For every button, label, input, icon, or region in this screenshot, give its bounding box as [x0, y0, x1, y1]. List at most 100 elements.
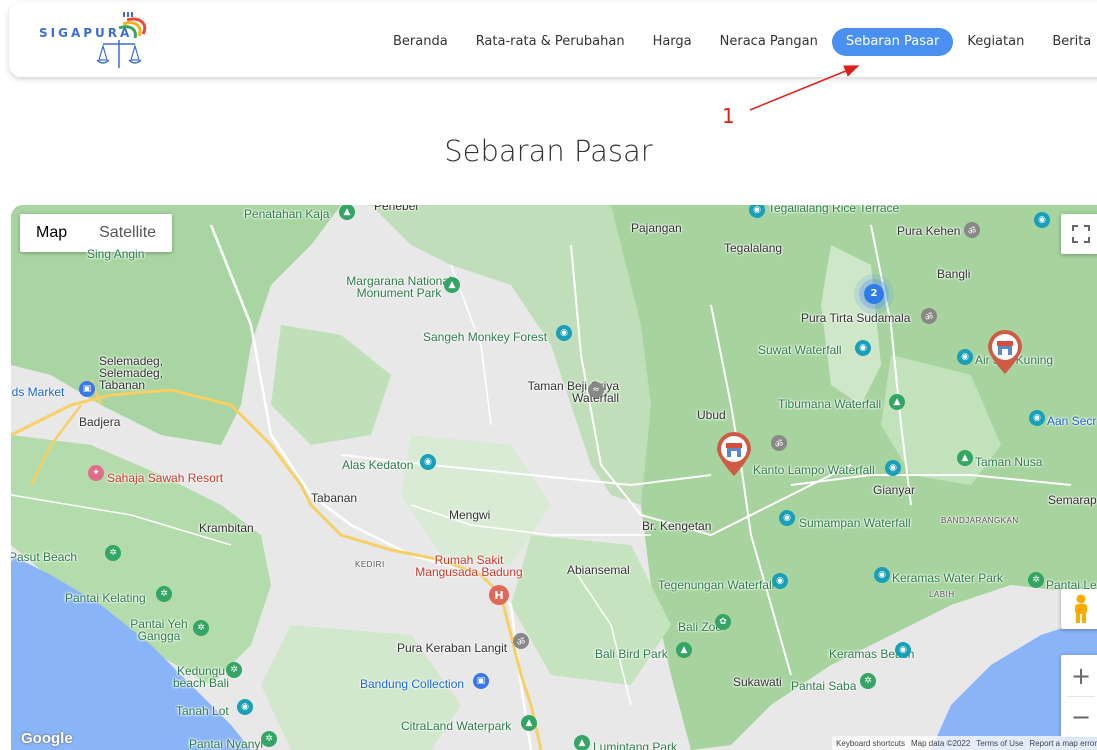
sigapura-logo[interactable]: SIGAPURA — [39, 10, 154, 70]
pegman-icon — [1075, 594, 1087, 623]
cluster-count: 2 — [870, 288, 878, 299]
place-label: Selemadeg, Selemadeg, Tabanan — [99, 354, 164, 392]
beach-icon: ✲ — [261, 731, 277, 747]
attraction-icon: ◉ — [957, 349, 973, 365]
zoom-out-button[interactable]: − — [1061, 697, 1097, 737]
place-label: Penatahan Kaja — [244, 207, 330, 221]
place-label: Mengwi — [449, 508, 491, 522]
place-label: Pura Keraban Langit — [397, 641, 508, 655]
temple-icon: ॐ — [513, 633, 529, 649]
attraction-icon: ◉ — [895, 642, 911, 658]
attraction-icon: ◉ — [237, 699, 253, 715]
keyboard-shortcuts-link[interactable]: Keyboard shortcuts — [836, 739, 905, 748]
place-label: Badjera — [79, 415, 121, 429]
place-label: BANDJARANGKAN — [941, 516, 1019, 525]
place-label: Rumah Sakit Mangusada Badung — [415, 553, 523, 579]
place-label: Suwat Waterfall — [758, 343, 842, 357]
beach-icon: ✲ — [1028, 572, 1044, 588]
place-label: Sumampan Waterfall — [799, 516, 911, 530]
nav-rata-rata[interactable]: Rata-rata & Perubahan — [462, 28, 639, 56]
place-label: Alas Kedaton — [342, 458, 414, 472]
beach-icon: ✲ — [226, 662, 242, 678]
place-label: Sukawati — [733, 675, 782, 689]
waterfall-icon: ≈ — [588, 382, 604, 398]
market-map[interactable]: Map Satellite + − Penatahan Kaja ▲ Peneb… — [11, 205, 1097, 750]
attraction-icon: ◉ — [855, 340, 871, 356]
place-label: Tegallalang Rice Terrace — [768, 205, 900, 215]
shopping-icon: ▣ — [473, 673, 489, 689]
place-label: Pantai Kelating — [65, 591, 146, 605]
place-label: Pantai Le — [1046, 578, 1097, 592]
cluster-marker[interactable]: 2 — [852, 272, 896, 316]
nav-kegiatan[interactable]: Kegiatan — [953, 28, 1038, 56]
market-pin-icon — [717, 432, 751, 476]
beach-icon: ✲ — [860, 673, 876, 689]
nav-berita[interactable]: Berita — [1038, 28, 1097, 56]
place-label: Pura Kehen — [897, 224, 961, 238]
market-pin-icon — [988, 330, 1022, 374]
terms-link[interactable]: Terms of Use — [976, 739, 1023, 748]
place-label: Abiansemal — [567, 563, 630, 577]
place-label: Pantai Saba — [791, 679, 857, 693]
place-label: Pantai Yeh Gangga — [130, 617, 188, 643]
place-label: Gianyar — [873, 483, 916, 497]
attraction-icon: ◉ — [874, 567, 890, 583]
street-view-pegman[interactable] — [1061, 589, 1097, 629]
temple-icon: ॐ — [771, 435, 787, 451]
fullscreen-button[interactable] — [1061, 214, 1097, 254]
place-label: Pantai Nyanyi — [189, 737, 264, 750]
logo-scale-icon — [96, 12, 147, 68]
place-label: Semarap — [1048, 493, 1097, 507]
place-label: Pajangan — [631, 221, 682, 235]
attraction-icon: ◉ — [1034, 212, 1050, 228]
attraction-icon: ◉ — [1029, 410, 1045, 426]
resort-icon: ✦ — [88, 465, 104, 481]
place-label: Tibumana Waterfall — [778, 397, 882, 411]
nav-beranda[interactable]: Beranda — [379, 28, 462, 56]
zoom-control: + − — [1061, 655, 1097, 737]
park-icon: ▲ — [957, 450, 973, 466]
beach-icon: ✲ — [156, 586, 172, 602]
attraction-icon: ◉ — [779, 510, 795, 526]
market-marker[interactable] — [714, 430, 754, 478]
place-label: Taman Nusa — [975, 455, 1043, 469]
market-marker[interactable] — [985, 328, 1025, 376]
nav-harga[interactable]: Harga — [639, 28, 706, 56]
shopping-icon: ▣ — [79, 381, 95, 397]
nav-sebaran-pasar[interactable]: Sebaran Pasar — [831, 28, 954, 56]
attraction-icon: ◉ — [420, 454, 436, 470]
logo-text: SIGAPURA — [39, 26, 133, 40]
place-label: CitraLand Waterpark — [401, 719, 512, 733]
park-icon: ▲ — [889, 394, 905, 410]
google-logo: Google — [21, 730, 73, 747]
map-data-text: Map data ©2022 — [911, 738, 971, 748]
map-attribution: Keyboard shortcuts Map data ©2022 Terms … — [832, 736, 1097, 750]
place-label: Sing Angin — [87, 247, 145, 261]
annotation-label-1: 1 — [722, 104, 735, 128]
place-label: Ubud — [697, 408, 726, 422]
place-label: ods Market — [11, 385, 65, 399]
nav-neraca-pangan[interactable]: Neraca Pangan — [706, 28, 832, 56]
zoom-in-button[interactable]: + — [1061, 656, 1097, 696]
place-label: Kanto Lampo Waterfall — [753, 463, 875, 477]
park-icon: ▲ — [574, 735, 590, 750]
place-label: Penebel — [374, 205, 419, 213]
place-label: LABIH — [929, 590, 955, 599]
place-label: Sangeh Monkey Forest — [423, 330, 548, 344]
main-nav: Beranda Rata-rata & Perubahan Harga Nera… — [379, 26, 1097, 58]
park-icon: ▲ — [676, 642, 692, 658]
place-label: Krambitan — [199, 521, 254, 535]
map-type-map-button[interactable]: Map — [20, 214, 83, 252]
place-label: Keramas Water Park — [892, 571, 1003, 585]
fullscreen-icon — [1072, 225, 1090, 243]
park-icon: ▲ — [444, 277, 460, 293]
place-label: Tegalalang — [724, 241, 783, 255]
place-label: Aan Secr — [1047, 414, 1097, 428]
place-label: Tegenungan Waterfall — [658, 578, 775, 592]
attraction-icon: ◉ — [885, 460, 901, 476]
place-label: Bali Bird Park — [595, 647, 668, 661]
report-error-link[interactable]: Report a map error — [1029, 739, 1097, 748]
place-label: Tanah Lot — [176, 704, 229, 718]
place-label: Bangli — [937, 267, 971, 281]
place-label: Lumintang Park — [593, 740, 678, 750]
